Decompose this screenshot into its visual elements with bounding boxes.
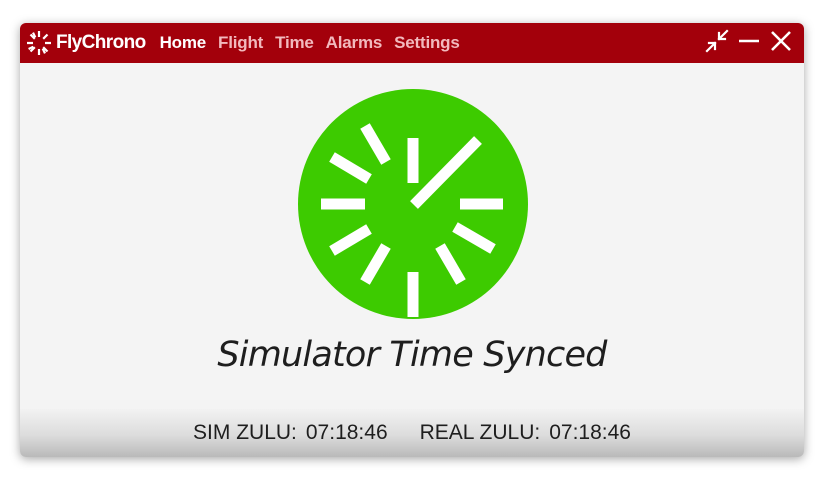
minimize-icon bbox=[738, 30, 760, 57]
nav-item-flight[interactable]: Flight bbox=[218, 33, 263, 53]
sim-zulu-label: SIM ZULU: bbox=[193, 421, 297, 444]
main-nav: Home Flight Time Alarms Settings bbox=[160, 33, 472, 53]
close-icon bbox=[770, 30, 792, 57]
home-panel: Simulator Time Synced bbox=[20, 63, 804, 409]
app-name: FlyChrono bbox=[56, 32, 146, 53]
real-zulu-group: REAL ZULU: 07:18:46 bbox=[420, 421, 631, 445]
title-bar[interactable]: FlyChrono Home Flight Time Alarms Settin… bbox=[20, 23, 804, 63]
window-controls bbox=[700, 23, 796, 63]
sunburst-icon bbox=[26, 30, 52, 56]
real-zulu-value: 07:18:46 bbox=[549, 421, 631, 444]
compact-button[interactable] bbox=[702, 28, 732, 58]
nav-item-alarms[interactable]: Alarms bbox=[326, 33, 383, 53]
close-button[interactable] bbox=[766, 28, 796, 58]
minimize-button[interactable] bbox=[734, 28, 764, 58]
app-window: FlyChrono Home Flight Time Alarms Settin… bbox=[20, 23, 804, 457]
real-zulu-label: REAL ZULU: bbox=[419, 421, 541, 444]
sync-status-text: Simulator Time Synced bbox=[217, 335, 607, 375]
nav-item-settings[interactable]: Settings bbox=[394, 33, 460, 53]
app-logo: FlyChrono bbox=[26, 23, 146, 63]
nav-item-home[interactable]: Home bbox=[160, 33, 207, 53]
clock-icon bbox=[297, 88, 529, 325]
sim-zulu-group: SIM ZULU: 07:18:46 bbox=[193, 421, 388, 445]
nav-item-time[interactable]: Time bbox=[275, 33, 314, 53]
status-bar: SIM ZULU: 07:18:46 REAL ZULU: 07:18:46 bbox=[20, 409, 804, 457]
sim-zulu-value: 07:18:46 bbox=[305, 421, 388, 444]
shrink-arrows-icon bbox=[705, 28, 729, 58]
